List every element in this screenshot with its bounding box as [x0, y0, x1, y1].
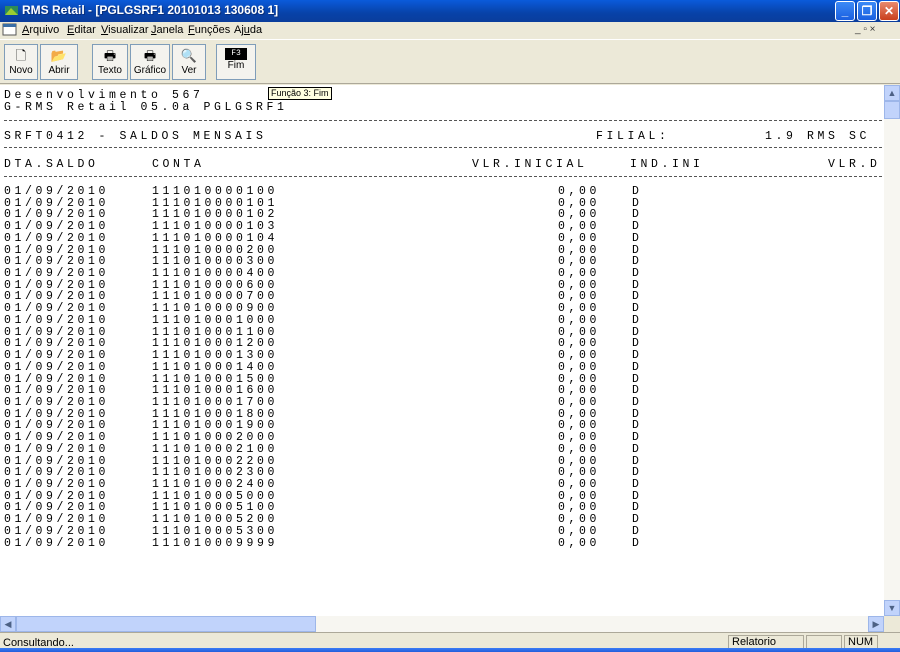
vertical-scroll-thumb[interactable]: [884, 101, 900, 119]
horizontal-scrollbar[interactable]: ◀ ▶: [0, 616, 884, 632]
menu-bar: Arquivo Editar Visualizar Janela Funções…: [0, 22, 900, 40]
row-ind-ini: D: [632, 537, 643, 550]
app-icon: [5, 6, 18, 15]
preview-icon: 🔍: [180, 48, 198, 63]
menu-funcoes[interactable]: Funções: [188, 24, 230, 36]
row-vlr-inicial: 0,00: [558, 537, 601, 550]
print-text-icon: 🖶: [103, 48, 117, 63]
new-document-icon: 🗋: [15, 48, 27, 63]
minimize-button[interactable]: _: [835, 1, 855, 21]
texto-button[interactable]: 🖶 Texto: [92, 44, 128, 80]
report-program-title: SRFT0412 - SALDOS MENSAIS: [4, 130, 267, 143]
ver-button[interactable]: 🔍 Ver: [172, 44, 206, 80]
column-header-vlr-d: VLR.D: [828, 158, 881, 171]
vertical-scrollbar[interactable]: ▲ ▼: [884, 85, 900, 616]
menu-arquivo[interactable]: Arquivo: [22, 24, 59, 36]
document-window-icon[interactable]: [2, 23, 18, 37]
f3-key-icon: F3: [225, 48, 247, 60]
scroll-right-icon[interactable]: ▶: [868, 616, 884, 632]
mdi-window-controls[interactable]: _ ▫ ×: [855, 24, 876, 35]
scrollbar-corner: [884, 616, 900, 632]
menu-ajuda[interactable]: Ajuda: [234, 24, 262, 36]
novo-button[interactable]: 🗋 Novo: [4, 44, 38, 80]
tooltip: Função 3: Fim: [268, 87, 332, 100]
grafico-button[interactable]: 🖶 Gráfico: [130, 44, 170, 80]
toolbar: 🗋 Novo 📂 Abrir 🖶 Texto 🖶 Gráfico 🔍 Ver F…: [0, 40, 900, 84]
maximize-button[interactable]: ❐: [857, 1, 877, 21]
open-folder-icon: 📂: [50, 48, 68, 63]
report-separator: [4, 147, 882, 148]
report-header-line2: G-RMS Retail 05.0a PGLGSRF1: [4, 101, 288, 114]
row-conta: 111010009999: [152, 537, 279, 550]
column-header-vlr-inicial: VLR.INICIAL: [472, 158, 588, 171]
menu-visualizar[interactable]: Visualizar: [101, 24, 149, 36]
title-bar[interactable]: RMS Retail - [PGLGSRF1 20101013 130608 1…: [0, 0, 900, 22]
scroll-down-icon[interactable]: ▼: [884, 600, 900, 616]
abrir-button[interactable]: 📂 Abrir: [40, 44, 78, 80]
menu-editar[interactable]: Editar: [67, 24, 96, 36]
column-header-dta-saldo: DTA.SALDO: [4, 158, 99, 171]
column-header-conta: CONTA: [152, 158, 205, 171]
horizontal-scroll-thumb[interactable]: [16, 616, 316, 632]
filial-value: 1.9 RMS SC: [765, 130, 871, 143]
filial-label: FILIAL:: [596, 130, 670, 143]
window-title: RMS Retail - [PGLGSRF1 20101013 130608 1…: [22, 3, 279, 17]
report-viewer[interactable]: Desenvolvimento 567 G-RMS Retail 05.0a P…: [0, 85, 884, 616]
close-button[interactable]: ✕: [879, 1, 899, 21]
menu-janela[interactable]: Janela: [151, 24, 183, 36]
taskbar-strip: [0, 648, 900, 652]
report-separator: [4, 120, 882, 121]
row-date: 01/09/2010: [4, 537, 110, 550]
scroll-up-icon[interactable]: ▲: [884, 85, 900, 101]
print-graphic-icon: 🖶: [143, 48, 157, 63]
scroll-left-icon[interactable]: ◀: [0, 616, 16, 632]
fim-button[interactable]: F3 Fim: [216, 44, 256, 80]
column-header-ind-ini: IND.INI: [630, 158, 704, 171]
report-separator: [4, 176, 882, 177]
